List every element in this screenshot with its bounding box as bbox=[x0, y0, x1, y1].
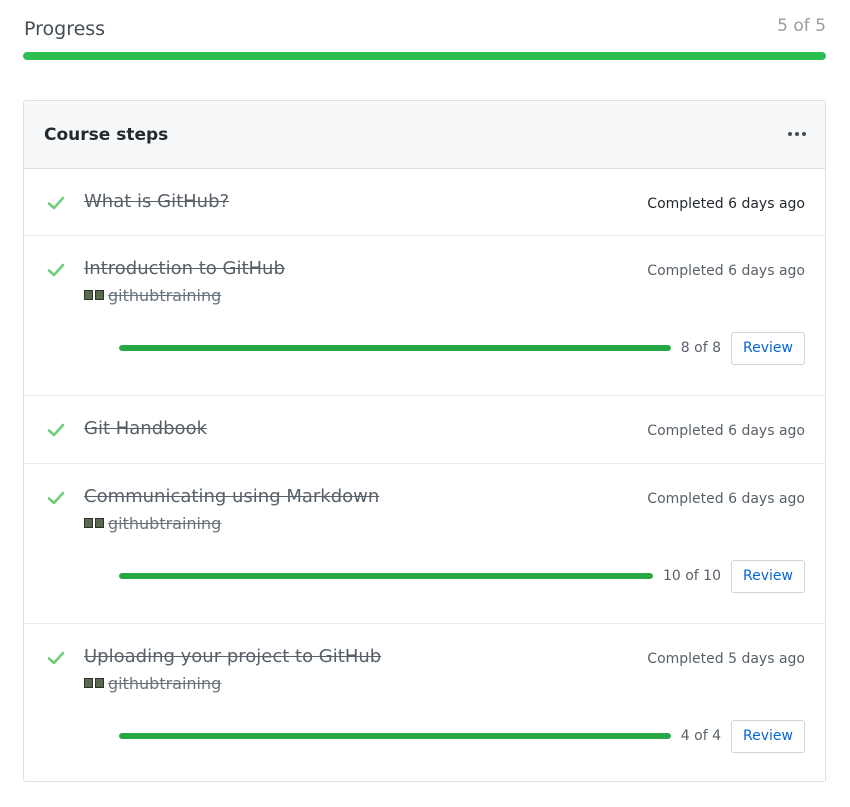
owner-link[interactable]: githubtraining bbox=[84, 674, 221, 693]
step-status: Completed 6 days ago bbox=[647, 196, 805, 212]
owner-avatar bbox=[84, 289, 104, 302]
step-progress-bar bbox=[119, 345, 671, 351]
course-steps-card: Course steps What is GitHub? Completed 6… bbox=[23, 100, 826, 782]
owner-name: githubtraining bbox=[108, 514, 222, 533]
review-button[interactable]: Review bbox=[731, 559, 805, 593]
owner-name: githubtraining bbox=[108, 286, 222, 305]
step-progress-count: 4 of 4 bbox=[680, 728, 721, 744]
step-progress: 8 of 8 Review bbox=[119, 331, 805, 365]
check-icon bbox=[47, 263, 65, 277]
course-step: Git Handbook Completed 6 days ago bbox=[24, 396, 825, 464]
course-step: Introduction to GitHub Completed 6 days … bbox=[24, 236, 825, 396]
progress-header: Progress 5 of 5 bbox=[24, 16, 826, 44]
step-status: Completed 6 days ago bbox=[647, 491, 805, 507]
course-step: Uploading your project to GitHub Complet… bbox=[24, 624, 825, 784]
card-header: Course steps bbox=[24, 101, 825, 169]
step-status: Completed 5 days ago bbox=[647, 651, 805, 667]
step-title-link[interactable]: Introduction to GitHub bbox=[84, 258, 285, 279]
check-icon bbox=[47, 423, 65, 437]
check-icon bbox=[47, 491, 65, 505]
step-progress-count: 10 of 10 bbox=[662, 568, 721, 584]
progress-title: Progress bbox=[24, 18, 106, 40]
owner-avatar bbox=[84, 517, 104, 530]
step-progress: 10 of 10 Review bbox=[119, 559, 805, 593]
overall-progress-bar bbox=[23, 52, 826, 60]
kebab-horizontal-icon[interactable] bbox=[785, 121, 809, 147]
owner-name: githubtraining bbox=[108, 674, 222, 693]
step-title-link[interactable]: Communicating using Markdown bbox=[84, 486, 379, 507]
review-button[interactable]: Review bbox=[731, 719, 805, 753]
step-title-link[interactable]: What is GitHub? bbox=[84, 191, 229, 212]
step-progress-bar bbox=[119, 573, 653, 579]
owner-link[interactable]: githubtraining bbox=[84, 514, 221, 533]
owner-link[interactable]: githubtraining bbox=[84, 286, 221, 305]
course-step: What is GitHub? Completed 6 days ago bbox=[24, 169, 825, 236]
step-progress-fill bbox=[119, 573, 653, 579]
owner-avatar bbox=[84, 677, 104, 690]
step-title-link[interactable]: Git Handbook bbox=[84, 418, 207, 439]
step-status: Completed 6 days ago bbox=[647, 263, 805, 279]
check-icon bbox=[47, 196, 65, 210]
step-progress-fill bbox=[119, 733, 671, 739]
step-progress: 4 of 4 Review bbox=[119, 719, 805, 753]
step-progress-fill bbox=[119, 345, 671, 351]
step-title-link[interactable]: Uploading your project to GitHub bbox=[84, 646, 381, 667]
card-title: Course steps bbox=[44, 125, 169, 145]
step-progress-bar bbox=[119, 733, 671, 739]
review-button[interactable]: Review bbox=[731, 331, 805, 365]
course-step: Communicating using Markdown Completed 6… bbox=[24, 464, 825, 624]
overall-progress-fill bbox=[23, 52, 826, 60]
step-status: Completed 6 days ago bbox=[647, 423, 805, 439]
step-progress-count: 8 of 8 bbox=[680, 340, 721, 356]
progress-count: 5 of 5 bbox=[777, 16, 826, 36]
check-icon bbox=[47, 651, 65, 665]
